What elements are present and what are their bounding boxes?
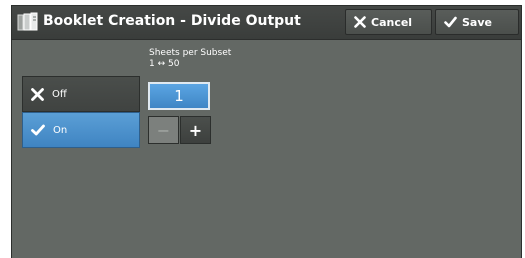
cancel-button[interactable]: Cancel [345, 9, 432, 35]
on-option-button[interactable]: On [22, 112, 140, 148]
close-icon [354, 16, 366, 28]
close-icon [31, 87, 44, 101]
off-option-label: Off [52, 88, 67, 100]
on-option-label: On [53, 124, 68, 136]
decrement-button[interactable]: − [148, 116, 179, 144]
checkmark-icon [444, 16, 457, 28]
title-bar: Booklet Creation - Divide Output Cancel … [12, 6, 521, 40]
cancel-label: Cancel [371, 15, 413, 29]
sheets-per-subset-field[interactable]: 1 [148, 82, 210, 110]
sheets-range-label: 1 ↔ 50 [149, 59, 180, 69]
increment-button[interactable]: + [180, 116, 211, 144]
checkmark-icon [31, 124, 45, 136]
off-option-button[interactable]: Off [22, 76, 140, 112]
save-label: Save [462, 15, 492, 29]
booklet-divide-output-screen: Booklet Creation - Divide Output Cancel … [11, 5, 522, 258]
save-button[interactable]: Save [435, 9, 519, 35]
sheets-per-subset-label: Sheets per Subset [149, 48, 232, 58]
page-title: Booklet Creation - Divide Output [43, 13, 301, 29]
booklet-icon [17, 12, 39, 32]
